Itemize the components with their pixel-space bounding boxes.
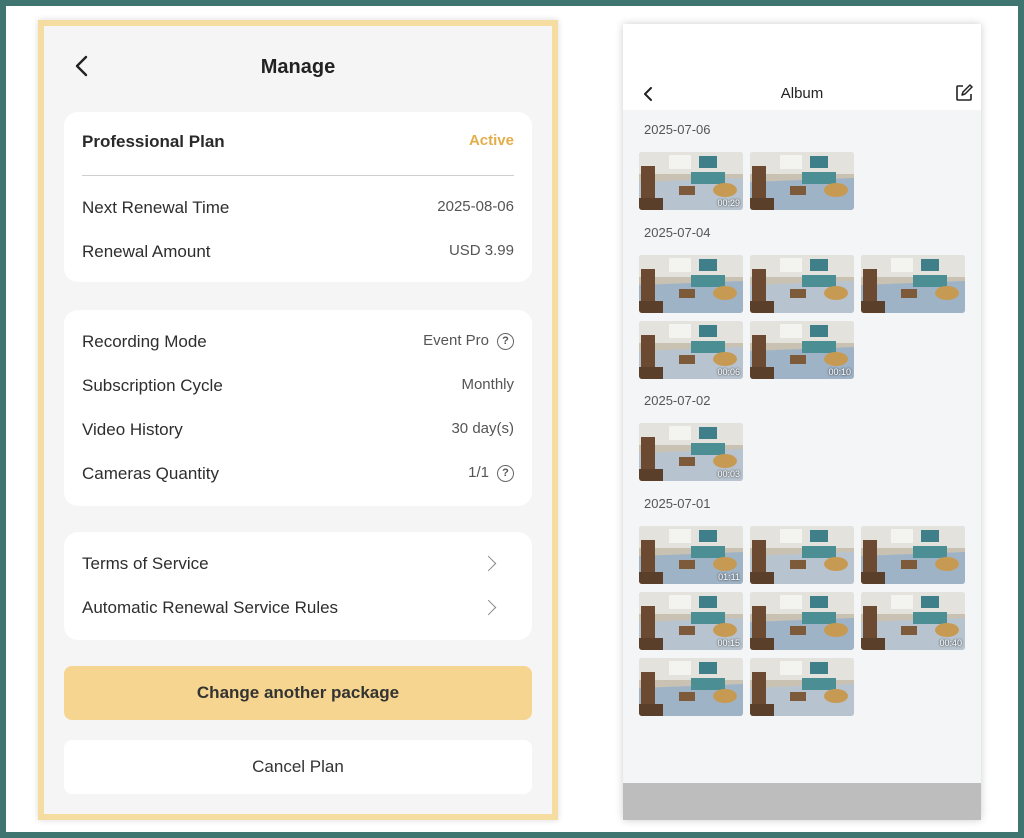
video-thumbnail[interactable]: 00:40: [861, 592, 965, 650]
help-icon[interactable]: ?: [497, 332, 514, 350]
video-history-row: Video History 30 day(s): [82, 418, 514, 442]
row-value: 2025-08-06: [437, 196, 514, 218]
video-thumbnail[interactable]: [750, 152, 854, 210]
plan-name: Professional Plan: [82, 132, 225, 151]
terms-of-service-link[interactable]: Terms of Service: [82, 552, 514, 576]
details-card: Recording Mode Event Pro? Subscription C…: [64, 310, 532, 506]
row-value: 1/1?: [468, 462, 514, 484]
duration-label: 01:11: [718, 572, 740, 582]
video-thumbnail[interactable]: [639, 255, 743, 313]
duration-label: 00:29: [717, 198, 740, 208]
recording-mode-value: Event Pro: [423, 332, 489, 349]
duration-label: 00:40: [939, 638, 962, 648]
row-label: Subscription Cycle: [82, 376, 223, 395]
video-thumbnail[interactable]: 00:06: [639, 321, 743, 379]
video-thumbnail[interactable]: 00:29: [639, 152, 743, 210]
duration-label: 00:15: [717, 638, 740, 648]
date-header: 2025-07-02: [644, 393, 711, 408]
album-screen: Album 2025-07-06 2025-07-04 2025-07-02 2…: [623, 24, 981, 820]
renewal-time-row: Next Renewal Time 2025-08-06: [82, 196, 514, 220]
video-thumbnail[interactable]: [750, 592, 854, 650]
video-history-value: 30 day(s): [451, 420, 514, 437]
manage-screen: Manage Professional Plan Active Next Ren…: [38, 20, 558, 820]
renewal-date: 2025-08-06: [437, 198, 514, 215]
row-label: Next Renewal Time: [82, 198, 230, 217]
date-header: 2025-07-06: [644, 122, 711, 137]
cancel-plan-button[interactable]: Cancel Plan: [64, 740, 532, 794]
row-value: Monthly: [461, 374, 514, 396]
duration-label: 00:06: [717, 367, 740, 377]
bottom-bar: [623, 783, 981, 820]
recording-mode-row: Recording Mode Event Pro?: [82, 330, 514, 354]
chevron-right-icon: [480, 555, 497, 572]
row-value: USD 3.99: [449, 240, 514, 262]
video-thumbnail[interactable]: [861, 526, 965, 584]
duration-label: 00:03: [717, 469, 740, 479]
date-header: 2025-07-04: [644, 225, 711, 240]
video-thumbnail[interactable]: 00:03: [639, 423, 743, 481]
divider: [82, 175, 514, 176]
duration-label: 00:10: [828, 367, 851, 377]
links-card: Terms of Service Automatic Renewal Servi…: [64, 532, 532, 640]
row-value: 30 day(s): [451, 418, 514, 440]
help-icon[interactable]: ?: [497, 464, 514, 482]
page-title: Manage: [260, 56, 336, 78]
change-package-button[interactable]: Change another package: [64, 666, 532, 720]
video-thumbnail[interactable]: 01:11: [639, 526, 743, 584]
video-thumbnail[interactable]: [639, 658, 743, 716]
cameras-quantity-value: 1/1: [468, 464, 489, 481]
video-thumbnail[interactable]: [750, 658, 854, 716]
auto-renewal-rules-link[interactable]: Automatic Renewal Service Rules: [82, 596, 514, 620]
subscription-cycle-row: Subscription Cycle Monthly: [82, 374, 514, 398]
link-label: Automatic Renewal Service Rules: [82, 598, 339, 617]
row-value: Event Pro?: [423, 330, 514, 352]
video-thumbnail[interactable]: [750, 526, 854, 584]
link-label: Terms of Service: [82, 554, 209, 573]
video-thumbnail[interactable]: [750, 255, 854, 313]
video-thumbnail[interactable]: 00:10: [750, 321, 854, 379]
row-label: Renewal Amount: [82, 242, 211, 261]
video-thumbnail[interactable]: [861, 255, 965, 313]
renewal-amount: USD 3.99: [448, 242, 514, 259]
renewal-amount-row: Renewal Amount USD 3.99: [82, 240, 514, 264]
status-badge: Active: [468, 132, 514, 149]
date-header: 2025-07-01: [644, 496, 711, 511]
video-thumbnail[interactable]: 00:15: [639, 592, 743, 650]
manage-header: Manage: [44, 26, 552, 106]
edit-icon[interactable]: [955, 84, 973, 102]
album-header: Album: [623, 24, 981, 110]
subscription-cycle-value: Monthly: [461, 376, 514, 393]
plan-card: Professional Plan Active Next Renewal Ti…: [64, 112, 532, 282]
row-label: Cameras Quantity: [82, 464, 219, 483]
chevron-right-icon: [480, 599, 497, 616]
row-label: Video History: [82, 420, 183, 439]
cameras-quantity-row: Cameras Quantity 1/1?: [82, 462, 514, 486]
row-label: Recording Mode: [82, 332, 207, 351]
album-title: Album: [780, 85, 824, 102]
